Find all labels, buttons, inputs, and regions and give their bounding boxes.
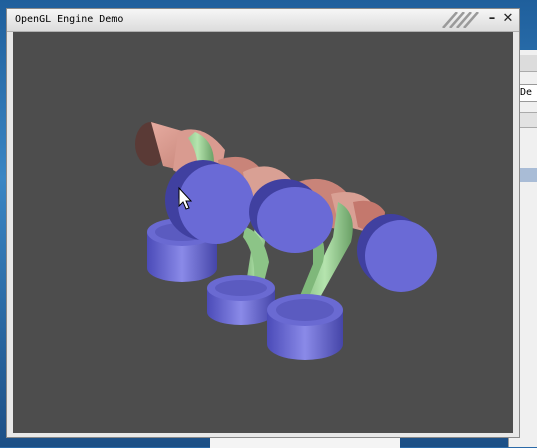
piston-top-right <box>357 214 437 292</box>
opengl-window[interactable]: OpenGL Engine Demo – ✕ <box>6 8 520 438</box>
minimize-button[interactable]: – <box>485 11 499 27</box>
engine-render <box>135 122 437 360</box>
piston-lower-middle <box>207 275 275 325</box>
piston-lower-right <box>267 294 343 360</box>
window-titlebar[interactable]: OpenGL Engine Demo – ✕ <box>7 9 519 32</box>
window-title: OpenGL Engine Demo <box>15 14 124 25</box>
titlebar-grip-icon[interactable] <box>437 12 483 28</box>
render-viewport[interactable] <box>13 32 513 433</box>
close-button[interactable]: ✕ <box>501 11 515 27</box>
